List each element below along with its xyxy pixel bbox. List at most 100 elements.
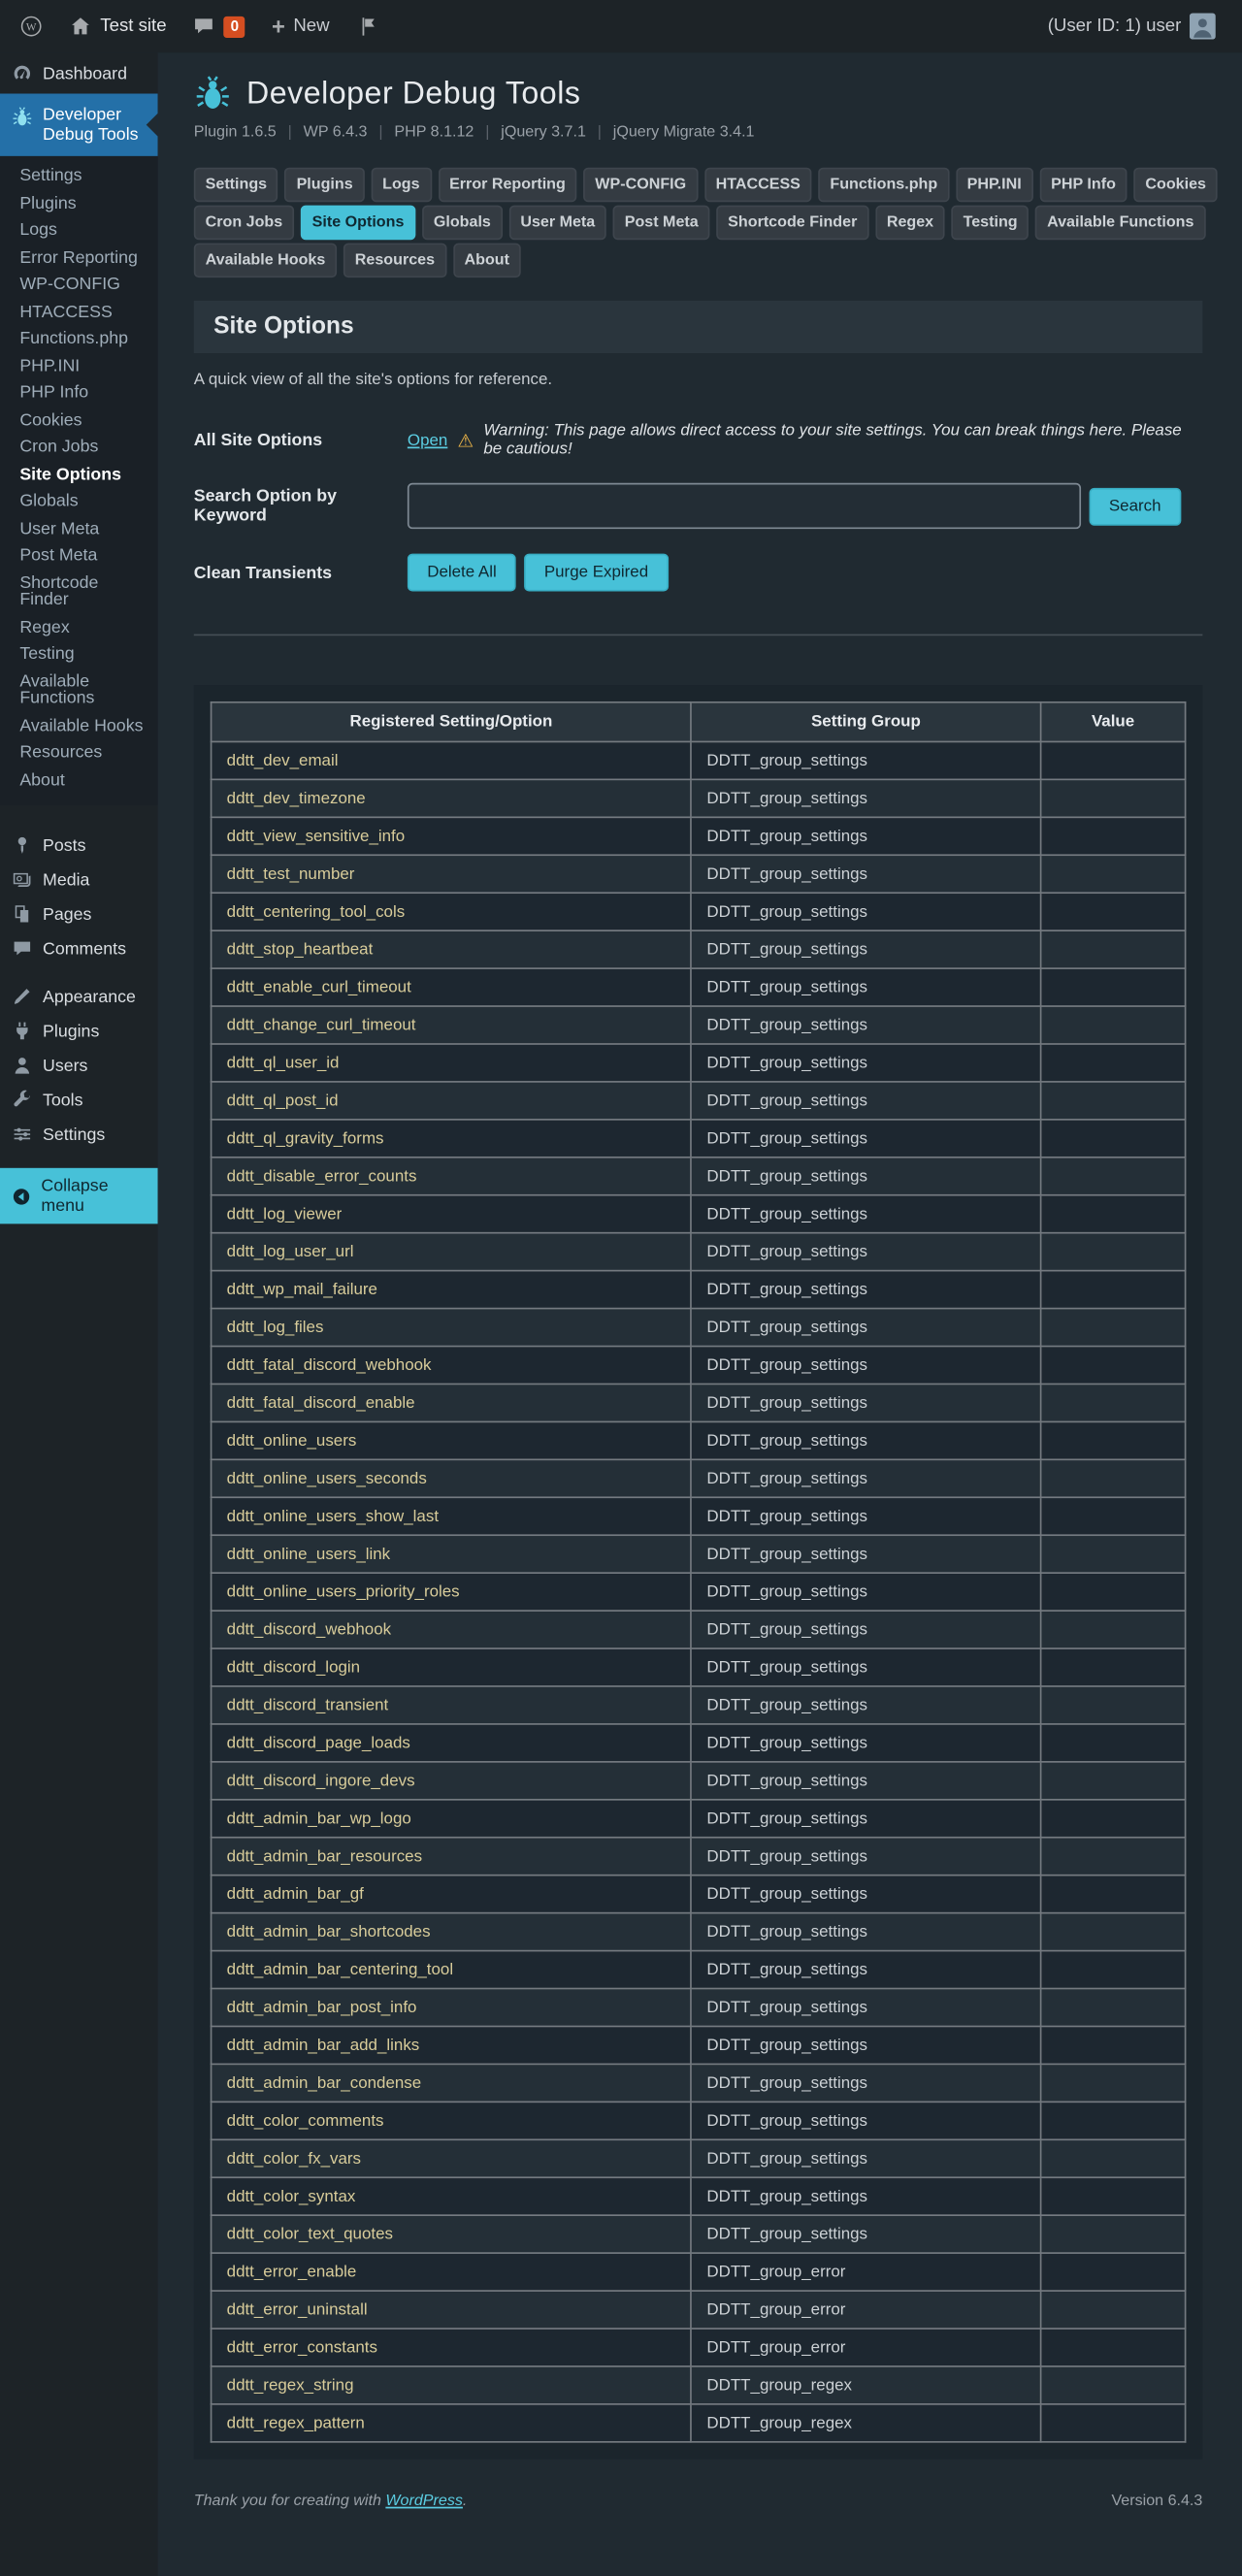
sidebar-subitem[interactable]: Regex [0,613,158,640]
sidebar-subitem[interactable]: User Meta [0,515,158,542]
wordpress-link[interactable]: WordPress [385,2492,463,2510]
tab[interactable]: Shortcode Finder [716,206,868,241]
option-name-cell: ddtt_disable_error_counts [212,1158,692,1195]
search-button[interactable]: Search [1090,487,1181,525]
new-content-menu[interactable]: + New [258,0,343,52]
tab[interactable]: Resources [343,244,446,278]
sidebar-item-appearance[interactable]: Appearance [0,979,158,1014]
value-cell [1041,1347,1186,1385]
setting-group-cell: DDTT_group_error [691,2291,1040,2329]
option-row: ddtt_online_users_show_last DDTT_group_s… [212,1497,1186,1535]
option-name-cell: ddtt_admin_bar_wp_logo [212,1800,692,1838]
tab-row: SettingsPluginsLogsError ReportingWP-CON… [194,168,1203,203]
sidebar-item-developer-debug-tools[interactable]: Developer Debug Tools [0,94,158,156]
sidebar-subitem[interactable]: Testing [0,640,158,668]
option-row: ddtt_discord_webhook DDTT_group_settings [212,1611,1186,1648]
sidebar-subitem[interactable]: Globals [0,488,158,515]
tab[interactable]: Post Meta [613,206,710,241]
wp-logo-menu[interactable] [7,0,56,52]
setting-group-cell: DDTT_group_settings [691,1082,1040,1120]
setting-group-cell: DDTT_group_settings [691,1384,1040,1421]
sidebar-item-comments[interactable]: Comments [0,931,158,966]
column-header-value: Value [1041,702,1186,742]
section-description: A quick view of all the site's options f… [194,372,1203,390]
sidebar-item-settings[interactable]: Settings [0,1117,158,1152]
sidebar-subitem[interactable]: Cron Jobs [0,434,158,461]
option-row: ddtt_stop_heartbeat DDTT_group_settings [212,930,1186,968]
tab[interactable]: Cookies [1134,168,1218,203]
sidebar-item-media[interactable]: Media [0,863,158,897]
sidebar-subitem[interactable]: Error Reporting [0,244,158,271]
sidebar-item-plugins[interactable]: Plugins [0,1014,158,1049]
sidebar-item-tools[interactable]: Tools [0,1083,158,1118]
tab[interactable]: Globals [422,206,503,241]
option-row: ddtt_change_curl_timeout DDTT_group_sett… [212,1006,1186,1044]
sidebar-item-users[interactable]: Users [0,1048,158,1083]
tab[interactable]: About [453,244,521,278]
sidebar-subitem[interactable]: Cookies [0,407,158,434]
tab[interactable]: User Meta [508,206,606,241]
tab[interactable]: WP-CONFIG [583,168,698,203]
purge-expired-button[interactable]: Purge Expired [525,554,669,592]
option-name-cell: ddtt_discord_ingore_devs [212,1762,692,1800]
tab[interactable]: Available Functions [1035,206,1205,241]
tab[interactable]: Site Options [301,206,415,241]
pushpin-icon [12,834,33,856]
tab[interactable]: Plugins [285,168,365,203]
sidebar-subitem[interactable]: Plugins [0,190,158,217]
sidebar-subitem[interactable]: Resources [0,739,158,766]
value-cell [1041,1762,1186,1800]
tab[interactable]: Regex [875,206,945,241]
option-row: ddtt_color_text_quotes DDTT_group_settin… [212,2215,1186,2253]
tab[interactable]: Available Hooks [194,244,337,278]
tab[interactable]: PHP Info [1039,168,1127,203]
option-name-cell: ddtt_log_viewer [212,1195,692,1233]
tab[interactable]: PHP.INI [956,168,1033,203]
collapse-menu-button[interactable]: Collapse menu [0,1168,158,1224]
sidebar-item-dashboard[interactable]: Dashboard [0,52,158,93]
sidebar-subitem[interactable]: Logs [0,216,158,244]
site-menu[interactable]: Test site [56,0,180,52]
tab[interactable]: Error Reporting [438,168,576,203]
sidebar-item-label: Dashboard [43,63,127,82]
option-name-cell: ddtt_error_constants [212,2329,692,2366]
warning-text: Warning: This page allows direct access … [483,422,1202,458]
tab[interactable]: Functions.php [819,168,949,203]
option-row: ddtt_admin_bar_post_info DDTT_group_sett… [212,1989,1186,2027]
footer-version: Version 6.4.3 [1111,2492,1202,2510]
page-title: Developer Debug Tools [246,77,580,113]
option-row: ddtt_online_users_seconds DDTT_group_set… [212,1459,1186,1497]
tab[interactable]: Cron Jobs [194,206,294,241]
tab[interactable]: HTACCESS [704,168,812,203]
main-content: Developer Debug Tools Plugin 1.6.5WP 6.4… [158,52,1242,2576]
sidebar-item-posts[interactable]: Posts [0,828,158,863]
sidebar-subitem[interactable]: Available Functions [0,668,158,712]
tab[interactable]: Logs [371,168,431,203]
sidebar-subitem[interactable]: Settings [0,163,158,190]
tab[interactable]: Settings [194,168,278,203]
sidebar-subitem[interactable]: Post Meta [0,542,158,570]
sidebar-subitem[interactable]: About [0,766,158,794]
sidebar-subitem[interactable]: Functions.php [0,325,158,352]
my-account-menu[interactable]: (User ID: 1) user [1034,0,1228,52]
option-row: ddtt_discord_transient DDTT_group_settin… [212,1686,1186,1724]
search-option-input[interactable] [408,483,1081,529]
flag-menu[interactable] [343,0,392,52]
sidebar-item-label: Comments [43,939,126,959]
options-table-panel: Registered Setting/Option Setting Group … [194,685,1203,2460]
sidebar-subitem[interactable]: Shortcode Finder [0,570,158,614]
sidebar-subitem[interactable]: PHP.INI [0,352,158,379]
setting-group-cell: DDTT_group_settings [691,855,1040,893]
sidebar-subitem[interactable]: Available Hooks [0,712,158,739]
setting-group-cell: DDTT_group_settings [691,1535,1040,1573]
sidebar-subitem[interactable]: PHP Info [0,379,158,407]
sidebar-subitem[interactable]: HTACCESS [0,298,158,325]
open-link[interactable]: Open [408,431,447,449]
sidebar-subitem[interactable]: WP-CONFIG [0,271,158,298]
sidebar-subitem[interactable]: Site Options [0,461,158,488]
tab[interactable]: Testing [952,206,1030,241]
sidebar-item-pages[interactable]: Pages [0,897,158,931]
comments-menu[interactable]: 0 [180,0,258,52]
delete-all-button[interactable]: Delete All [408,554,516,592]
value-cell [1041,968,1186,1006]
